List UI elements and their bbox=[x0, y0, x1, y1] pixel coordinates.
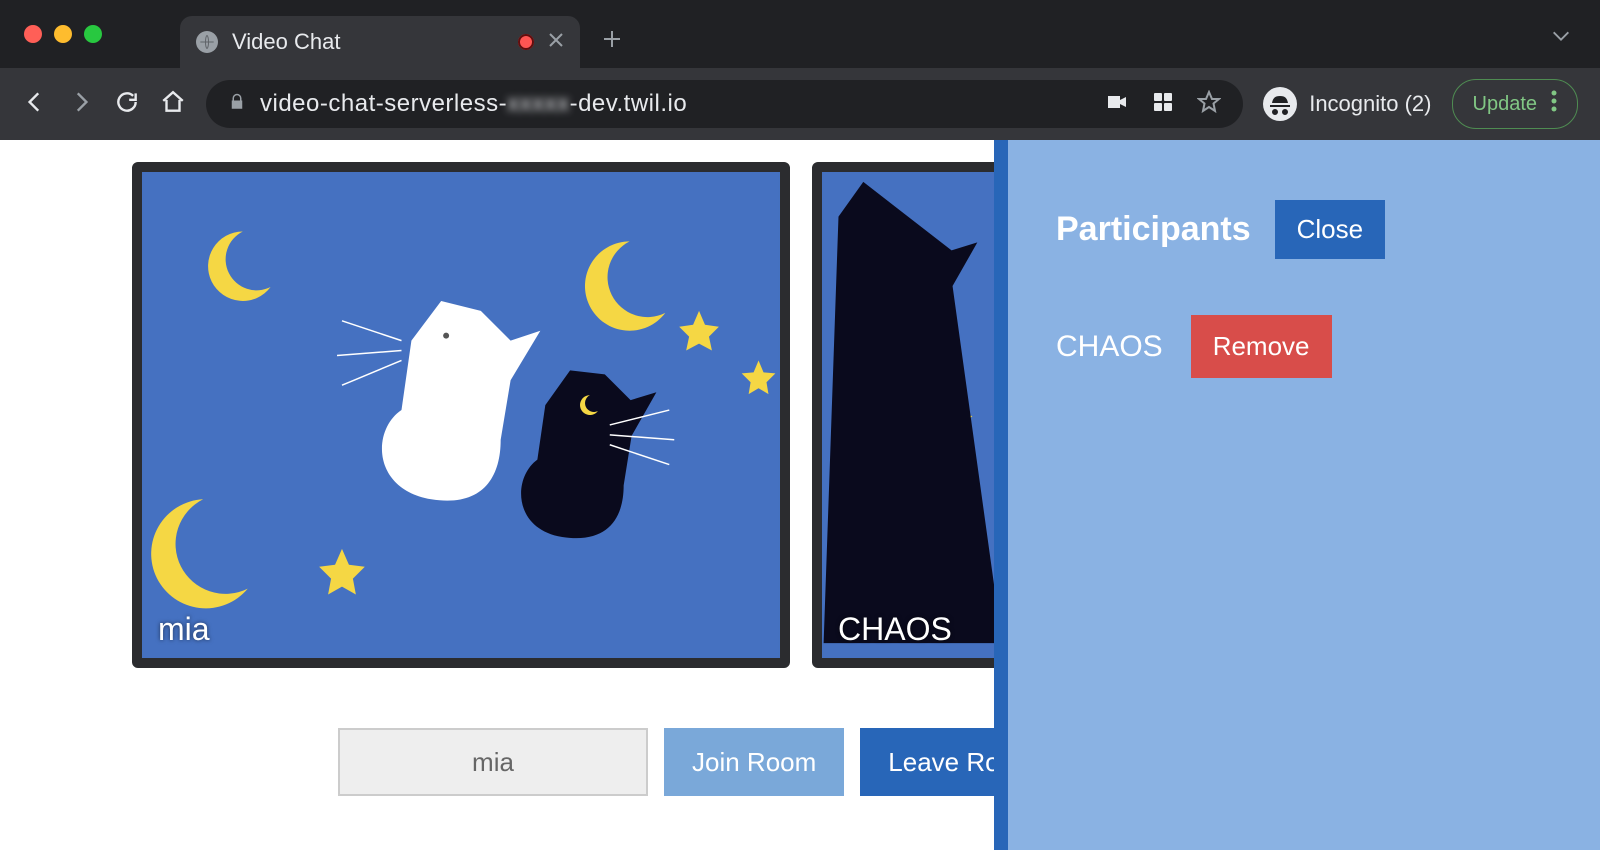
home-icon[interactable] bbox=[160, 89, 186, 120]
close-window-icon[interactable] bbox=[24, 25, 42, 43]
browser-tab[interactable]: Video Chat bbox=[180, 16, 580, 68]
menu-icon[interactable] bbox=[1551, 90, 1557, 118]
recording-indicator-icon bbox=[518, 34, 534, 50]
tab-title: Video Chat bbox=[232, 29, 504, 55]
omnibox-actions bbox=[1105, 90, 1221, 119]
minimize-window-icon[interactable] bbox=[54, 25, 72, 43]
reload-icon[interactable] bbox=[114, 89, 140, 120]
incognito-label: Incognito (2) bbox=[1309, 91, 1431, 117]
incognito-indicator[interactable]: Incognito (2) bbox=[1263, 87, 1431, 121]
page-content: mia CHAOS Join Room Leave Room Participa… bbox=[0, 140, 1600, 850]
incognito-icon bbox=[1263, 87, 1297, 121]
back-icon[interactable] bbox=[22, 89, 48, 120]
participant-name-overlay: mia bbox=[158, 611, 210, 648]
tab-overflow-icon[interactable] bbox=[1550, 25, 1572, 52]
forward-icon bbox=[68, 89, 94, 120]
browser-toolbar: video-chat-serverless-xxxxx-dev.twil.io … bbox=[0, 68, 1600, 140]
browser-chrome: Video Chat video-chat-serverless-xxxxx-d… bbox=[0, 0, 1600, 140]
update-button[interactable]: Update bbox=[1452, 79, 1579, 129]
url-text: video-chat-serverless-xxxxx-dev.twil.io bbox=[260, 90, 687, 118]
lock-icon bbox=[228, 93, 246, 116]
close-panel-button[interactable]: Close bbox=[1275, 200, 1385, 259]
video-tile-local: mia bbox=[132, 162, 790, 668]
join-room-button[interactable]: Join Room bbox=[664, 728, 844, 796]
globe-icon bbox=[196, 31, 218, 53]
video-feed bbox=[142, 172, 780, 658]
install-app-icon[interactable] bbox=[1151, 90, 1175, 119]
close-tab-icon[interactable] bbox=[548, 32, 564, 53]
participant-name-overlay: CHAOS bbox=[838, 611, 952, 648]
tab-strip: Video Chat bbox=[0, 0, 1600, 68]
camera-icon[interactable] bbox=[1105, 90, 1129, 119]
remove-participant-button[interactable]: Remove bbox=[1191, 315, 1332, 378]
address-bar[interactable]: video-chat-serverless-xxxxx-dev.twil.io bbox=[206, 80, 1243, 128]
participant-row: CHAOS Remove bbox=[1056, 315, 1552, 378]
update-label: Update bbox=[1473, 93, 1538, 116]
participant-name: CHAOS bbox=[1056, 330, 1163, 364]
window-controls bbox=[18, 0, 120, 68]
participant-list: CHAOS Remove bbox=[1056, 315, 1552, 378]
new-tab-icon[interactable] bbox=[602, 29, 622, 54]
participants-panel: Participants Close CHAOS Remove bbox=[994, 140, 1600, 850]
bookmark-star-icon[interactable] bbox=[1197, 90, 1221, 119]
maximize-window-icon[interactable] bbox=[84, 25, 102, 43]
panel-header: Participants Close bbox=[1056, 200, 1552, 259]
name-input[interactable] bbox=[338, 728, 648, 796]
panel-title: Participants bbox=[1056, 210, 1251, 249]
